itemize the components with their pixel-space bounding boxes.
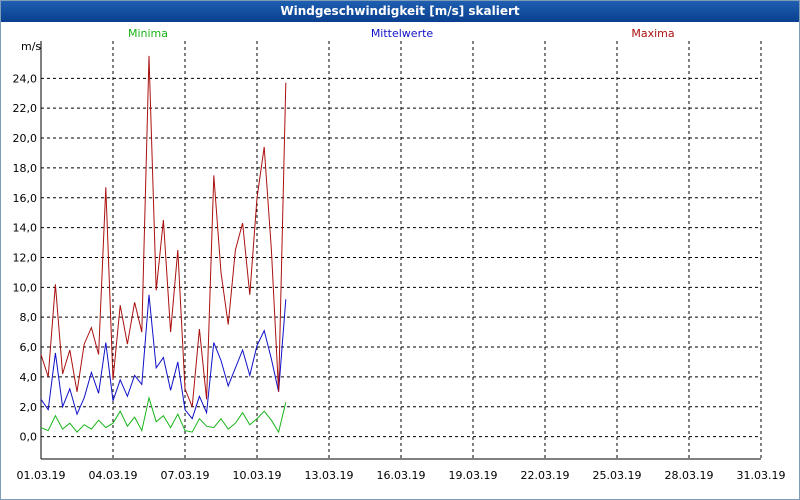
legend-item-maxima: Maxima xyxy=(631,27,674,40)
series-layer xyxy=(40,55,287,434)
legend: Minima Mittelwerte Maxima xyxy=(128,27,675,40)
y-tick-label: 0,0 xyxy=(20,431,38,444)
wind-speed-chart: 0,0 2,0 4,0 6,0 8,0 10,0 12,0 14,0 16,0 18,0 20,0 2… xyxy=(13,27,786,482)
window-title: Windgeschwindigkeit [m/s] skaliert xyxy=(1,1,799,22)
series-line-minima xyxy=(40,395,287,434)
y-tick-label: 12,0 xyxy=(13,251,38,264)
y-tick-label: 20,0 xyxy=(13,132,38,145)
y-tick-label: 4,0 xyxy=(20,371,38,384)
y-axis-unit-label: m/s xyxy=(21,40,41,53)
x-tick-label: 16.03.19 xyxy=(377,469,426,482)
legend-item-minima: Minima xyxy=(128,27,168,40)
x-tick-label: 28.03.19 xyxy=(665,469,714,482)
y-tick-label: 22,0 xyxy=(13,102,38,115)
y-tick-label: 6,0 xyxy=(20,341,38,354)
x-tick-label: 19.03.19 xyxy=(449,469,498,482)
y-tick-label: 10,0 xyxy=(13,281,38,294)
y-tick-label: 8,0 xyxy=(20,311,38,324)
y-tick-label: 14,0 xyxy=(13,222,38,235)
y-tick-label: 2,0 xyxy=(20,401,38,414)
y-tick-label: 18,0 xyxy=(13,162,38,175)
x-tick-label: 13.03.19 xyxy=(305,469,354,482)
x-tick-label: 31.03.19 xyxy=(737,469,786,482)
x-tick-label: 25.03.19 xyxy=(593,469,642,482)
legend-item-mittelwerte: Mittelwerte xyxy=(371,27,434,40)
chart-window: Windgeschwindigkeit [m/s] skaliert 0,0 2,… xyxy=(0,0,800,500)
x-tick-label: 22.03.19 xyxy=(521,469,570,482)
x-tick-label: 10.03.19 xyxy=(233,469,282,482)
x-tick-label: 04.03.19 xyxy=(89,469,138,482)
series-line-mittelwerte xyxy=(40,294,287,420)
x-tick-label: 07.03.19 xyxy=(161,469,210,482)
y-tick-label: 24,0 xyxy=(13,72,38,85)
y-tick-label: 16,0 xyxy=(13,192,38,205)
x-tick-label: 01.03.19 xyxy=(17,469,66,482)
axis-layer: 0,0 2,0 4,0 6,0 8,0 10,0 12,0 14,0 16,0 18,0 20,0 2… xyxy=(13,40,786,482)
